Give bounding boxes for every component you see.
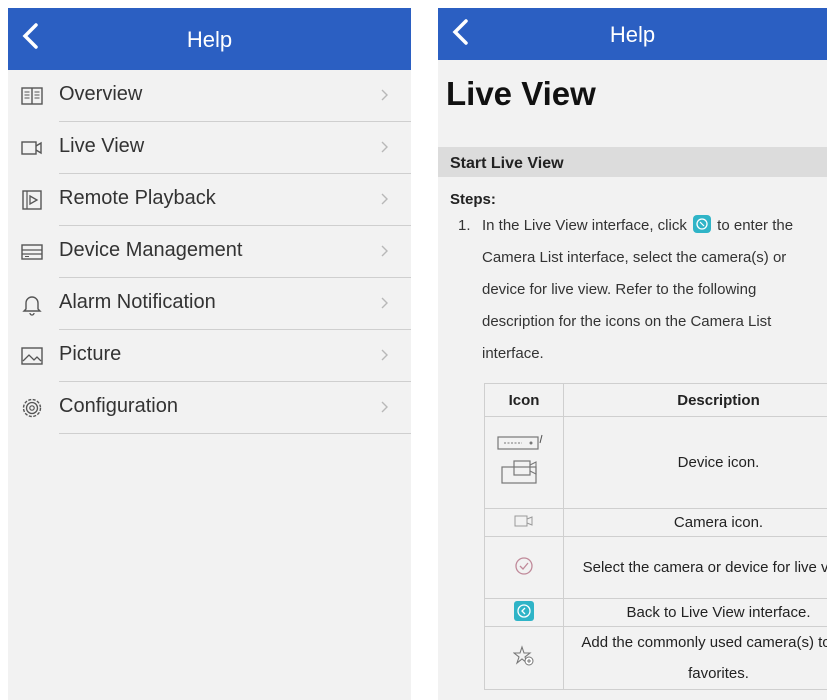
steps-label: Steps: [450,191,496,208]
step-text: In the Live View interface, click [482,217,687,234]
playback-icon [22,190,42,210]
menu-item-label: Live View [59,135,145,157]
chevron-right-icon [381,245,388,257]
chevron-right-icon [381,193,388,205]
chevron-right-icon [381,401,388,413]
help-menu-screen: Help Overview Live View Remote Playback … [8,8,411,700]
back-arrow-icon [514,600,534,621]
menu-item-configuration[interactable]: Configuration [8,382,411,434]
app-header: Help [438,8,827,60]
chevron-right-icon [381,297,388,309]
bell-icon [22,296,42,316]
star-add-icon [513,645,534,666]
menu-item-device-management[interactable]: Device Management [8,226,411,278]
table-row: Back to Live View interface. [484,598,827,627]
menu-item-picture[interactable]: Picture [8,330,411,382]
page-title: Live View [446,75,596,112]
menu-item-live-view[interactable]: Live View [8,122,411,174]
description-cell: Select the camera or device for live vie… [563,536,827,599]
column-header: Icon [484,383,564,417]
step-body: In the Live View interface, click to ent… [482,210,827,370]
device-icon [497,434,543,484]
chevron-right-icon [381,89,388,101]
step-number: 1. [458,217,471,234]
icon-cell [484,416,564,509]
table-row: Select the camera or device for live vie… [484,536,827,599]
gear-icon [22,398,42,418]
menu-item-label: Configuration [59,395,178,417]
camera-list-icon [693,215,711,233]
menu-item-overview[interactable]: Overview [8,70,411,122]
description-cell: Back to Live View interface. [563,598,827,627]
device-icon [21,244,43,260]
divider [59,433,411,434]
help-menu: Overview Live View Remote Playback Devic… [8,70,411,434]
table-row: Add the commonly used camera(s) to the f… [484,626,827,690]
menu-item-label: Remote Playback [59,187,216,209]
column-header: Description [563,383,827,417]
section-title: Start Live View [450,155,564,172]
description-cell: Device icon. [563,416,827,509]
menu-item-label: Device Management [59,239,243,261]
camera-icon [514,515,533,527]
icon-cell [484,598,564,627]
picture-icon [21,347,43,365]
icon-cell [484,626,564,690]
menu-item-label: Picture [59,343,122,365]
chevron-right-icon [381,141,388,153]
section-heading: Start Live View [438,147,827,177]
book-icon [21,87,43,105]
header-title: Help [186,27,233,52]
table-header-row: Icon Description [484,383,827,417]
header-title: Help [609,22,656,47]
icon-cell [484,508,564,537]
menu-item-remote-playback[interactable]: Remote Playback [8,174,411,226]
description-cell: Add the commonly used camera(s) to the f… [563,626,827,690]
help-live-view-screen: Help Live View Start Live View Steps: 1.… [438,8,827,700]
step-item: 1. In the Live View interface, click to … [438,210,827,370]
camera-icon [21,141,42,155]
icon-cell [484,536,564,599]
table-row: Device icon. [484,416,827,509]
check-circle-icon [515,556,533,575]
menu-item-label: Alarm Notification [59,291,216,313]
table-row: Camera icon. [484,508,827,537]
description-cell: Camera icon. [563,508,827,537]
app-header: Help [8,8,411,70]
icon-description-table: Icon Description Device icon. Camera ico… [484,383,827,690]
menu-item-alarm-notification[interactable]: Alarm Notification [8,278,411,330]
menu-item-label: Overview [59,83,143,105]
chevron-right-icon [381,349,388,361]
